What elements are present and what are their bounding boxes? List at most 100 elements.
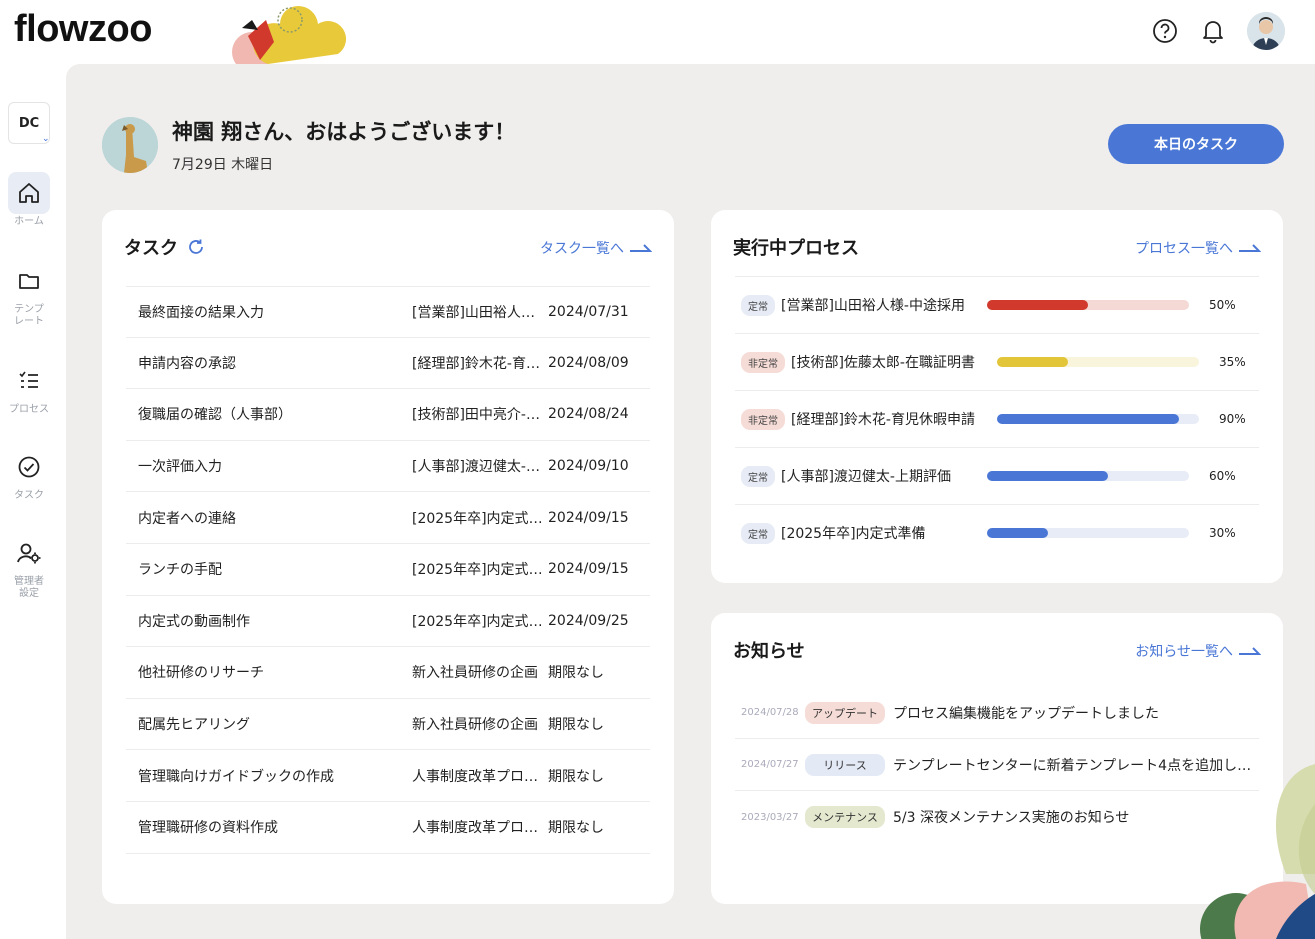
task-process: [2025年卒]内定式準備 xyxy=(412,562,548,579)
tasks-title: タスク xyxy=(124,238,178,259)
task-due-date: 期限なし xyxy=(548,665,604,682)
task-row[interactable]: 最終面接の結果入力 [営業部]山田裕人様-中途採用2024/07/31 xyxy=(126,286,650,338)
task-process: [2025年卒]内定式準備 xyxy=(412,613,548,630)
task-due-date: 期限なし xyxy=(548,768,604,785)
task-process: [技術部]田中亮介-復職手続き xyxy=(412,407,548,424)
process-row[interactable]: 定常 [営業部]山田裕人様-中途採用 50% xyxy=(735,276,1259,333)
top-header: flowzoo xyxy=(0,0,1315,64)
task-name: 管理職向けガイドブックの作成 xyxy=(138,768,334,785)
process-name: [営業部]山田裕人様-中途採用 xyxy=(781,298,965,314)
news-item[interactable]: 2024/07/28 アップデート プロセス編集機能をアップデートしました xyxy=(735,687,1259,739)
news-title: お知らせ xyxy=(733,641,805,662)
process-row[interactable]: 非定常 [技術部]佐藤太郎-在職証明書 35% xyxy=(735,333,1259,390)
task-row[interactable]: 管理職研修の資料作成 人事制度改革プロジェクト期限なし xyxy=(126,802,650,854)
user-avatar[interactable] xyxy=(1247,12,1285,50)
news-date: 2024/07/27 xyxy=(741,759,799,770)
processes-all-link[interactable]: プロセス一覧へ xyxy=(1135,238,1261,258)
process-type-badge: 非定常 xyxy=(741,351,785,373)
arrow-right-icon xyxy=(1239,244,1261,252)
task-row[interactable]: 他社研修のリサーチ 新入社員研修の企画 期限なし xyxy=(126,647,650,699)
task-name: 最終面接の結果入力 xyxy=(138,304,264,321)
process-type-badge: 非定常 xyxy=(741,408,785,430)
task-row[interactable]: 内定式の動画制作 [2025年卒]内定式準備 2024/09/25 xyxy=(126,596,650,648)
sidebar-item-tasks[interactable]: タスク xyxy=(0,446,58,502)
greeting-section: 神園 翔さん、おはようございます！ 7月29日 木曜日 xyxy=(102,116,515,174)
task-process: [経理部]鈴木花-育児休暇申請 xyxy=(412,355,548,372)
process-progress-fill xyxy=(987,300,1088,310)
news-item[interactable]: 2023/03/27 メンテナンス 5/3 深夜メンテナンス実施のお知らせ xyxy=(735,791,1259,843)
process-progress-percent: 35% xyxy=(1219,355,1246,369)
sidebar-item-label: テンプ レート xyxy=(14,304,44,327)
task-row[interactable]: 管理職向けガイドブックの作成 人事制度改革プロジェクト期限なし xyxy=(126,750,650,802)
task-due-date: 2024/09/15 xyxy=(548,561,629,578)
process-progress-percent: 50% xyxy=(1209,298,1236,312)
animal-avatar-illustration xyxy=(102,117,158,173)
logo-decoration-illustration xyxy=(232,6,346,64)
user-gear-icon xyxy=(8,532,50,574)
tasks-card: タスク タスク一覧へ 最終面接の結果入力[営業部]山田裕人様-中途採用2024/… xyxy=(102,210,674,904)
process-row[interactable]: 定常 [人事部]渡辺健太-上期評価 60% xyxy=(735,447,1259,504)
task-row[interactable]: ランチの手配 [2025年卒]内定式準備 2024/09/15 xyxy=(126,544,650,596)
checklist-icon xyxy=(8,360,50,402)
chevron-down-icon[interactable]: ⌄ xyxy=(42,134,50,144)
task-process: 新入社員研修の企画 xyxy=(412,717,538,734)
tasks-card-header: タスク xyxy=(124,234,206,260)
notifications-button[interactable] xyxy=(1199,17,1227,45)
news-list: 2024/07/28 アップデート プロセス編集機能をアップデートしました 2024/… xyxy=(735,687,1259,843)
task-row[interactable]: 内定者への連絡 [2025年卒]内定式準備 2024/09/15 xyxy=(126,492,650,544)
task-due-date: 2024/08/24 xyxy=(548,406,629,423)
help-button[interactable] xyxy=(1151,17,1179,45)
task-row[interactable]: 配属先ヒアリング 新入社員研修の企画 期限なし xyxy=(126,699,650,751)
process-name: [技術部]佐藤太郎-在職証明書 xyxy=(791,355,975,371)
task-due-date: 2024/08/09 xyxy=(548,354,629,371)
process-row[interactable]: 定常 [2025年卒]内定式準備 30% xyxy=(735,504,1259,561)
sidebar-item-templates[interactable]: テンプ レート xyxy=(0,260,58,328)
task-process: [2025年卒]内定式準備 xyxy=(412,510,548,527)
task-name: 他社研修のリサーチ xyxy=(138,665,264,682)
task-name: 申請内容の承認 xyxy=(138,355,236,372)
task-row[interactable]: 復職届の確認（人事部） [技術部]田中亮介-復職手続き2024/08/24 xyxy=(126,389,650,441)
tasks-all-link-label: タスク一覧へ xyxy=(540,241,624,257)
task-name: 内定式の動画制作 xyxy=(138,613,250,630)
app-root: flowzoo DC ⌄ ホーム テンプ レート プロセス タスク 管理者 設定… xyxy=(0,0,1315,939)
app-logo[interactable]: flowzoo xyxy=(14,8,152,51)
task-due-date: 期限なし xyxy=(548,820,604,837)
sidebar-item-label: プロセス xyxy=(9,404,49,415)
processes-card: 実行中プロセス プロセス一覧へ 定常 [営業部]山田裕人様-中途採用 50% 非定常 [… xyxy=(711,210,1283,583)
greeting-avatar xyxy=(102,117,158,173)
check-circle-icon xyxy=(8,446,50,488)
refresh-icon[interactable] xyxy=(186,237,206,257)
process-progress-percent: 90% xyxy=(1219,412,1246,426)
task-row[interactable]: 申請内容の承認 [経理部]鈴木花-育児休暇申請2024/08/09 xyxy=(126,338,650,390)
process-row[interactable]: 非定常 [経理部]鈴木花-育児休暇申請 90% xyxy=(735,390,1259,447)
news-all-link[interactable]: お知らせ一覧へ xyxy=(1135,641,1261,661)
user-avatar-illustration xyxy=(1247,12,1285,50)
sidebar-item-home[interactable]: ホーム xyxy=(0,172,58,228)
greeting-title: 神園 翔さん、おはようございます！ xyxy=(172,120,516,144)
task-due-date: 2024/09/25 xyxy=(548,612,629,629)
bell-icon xyxy=(1203,21,1223,44)
news-item[interactable]: 2024/07/27 リリース テンプレートセンターに新着テンプレート4点を追加しま… xyxy=(735,739,1259,791)
sidebar-item-admin-settings[interactable]: 管理者 設定 xyxy=(0,532,58,600)
tasks-all-link[interactable]: タスク一覧へ xyxy=(540,238,652,258)
process-progress-fill xyxy=(987,471,1109,481)
process-progress-percent: 30% xyxy=(1209,526,1236,540)
process-progress-percent: 60% xyxy=(1209,469,1236,483)
process-progress-bar xyxy=(997,414,1199,424)
news-date: 2023/03/27 xyxy=(741,811,799,823)
process-name: [2025年卒]内定式準備 xyxy=(781,526,926,542)
today-tasks-button[interactable]: 本日のタスク xyxy=(1108,124,1284,164)
question-circle-icon xyxy=(1153,19,1177,43)
process-progress-fill xyxy=(997,357,1068,367)
process-name: [人事部]渡辺健太-上期評価 xyxy=(781,469,951,485)
folder-icon xyxy=(8,260,50,302)
task-row[interactable]: 一次評価入力 [人事部]渡辺健太-上期評価2024/09/10 xyxy=(126,441,650,493)
sidebar-item-label: タスク xyxy=(14,490,44,501)
task-name: 内定者への連絡 xyxy=(138,510,236,527)
task-process: 新入社員研修の企画 xyxy=(412,665,538,682)
sidebar-item-processes[interactable]: プロセス xyxy=(0,360,58,416)
greeting-date: 7月29日 木曜日 xyxy=(172,157,274,173)
processes-title: 実行中プロセス xyxy=(733,238,859,259)
plant-decoration-illustration xyxy=(1200,764,1315,939)
process-progress-bar xyxy=(987,528,1189,538)
